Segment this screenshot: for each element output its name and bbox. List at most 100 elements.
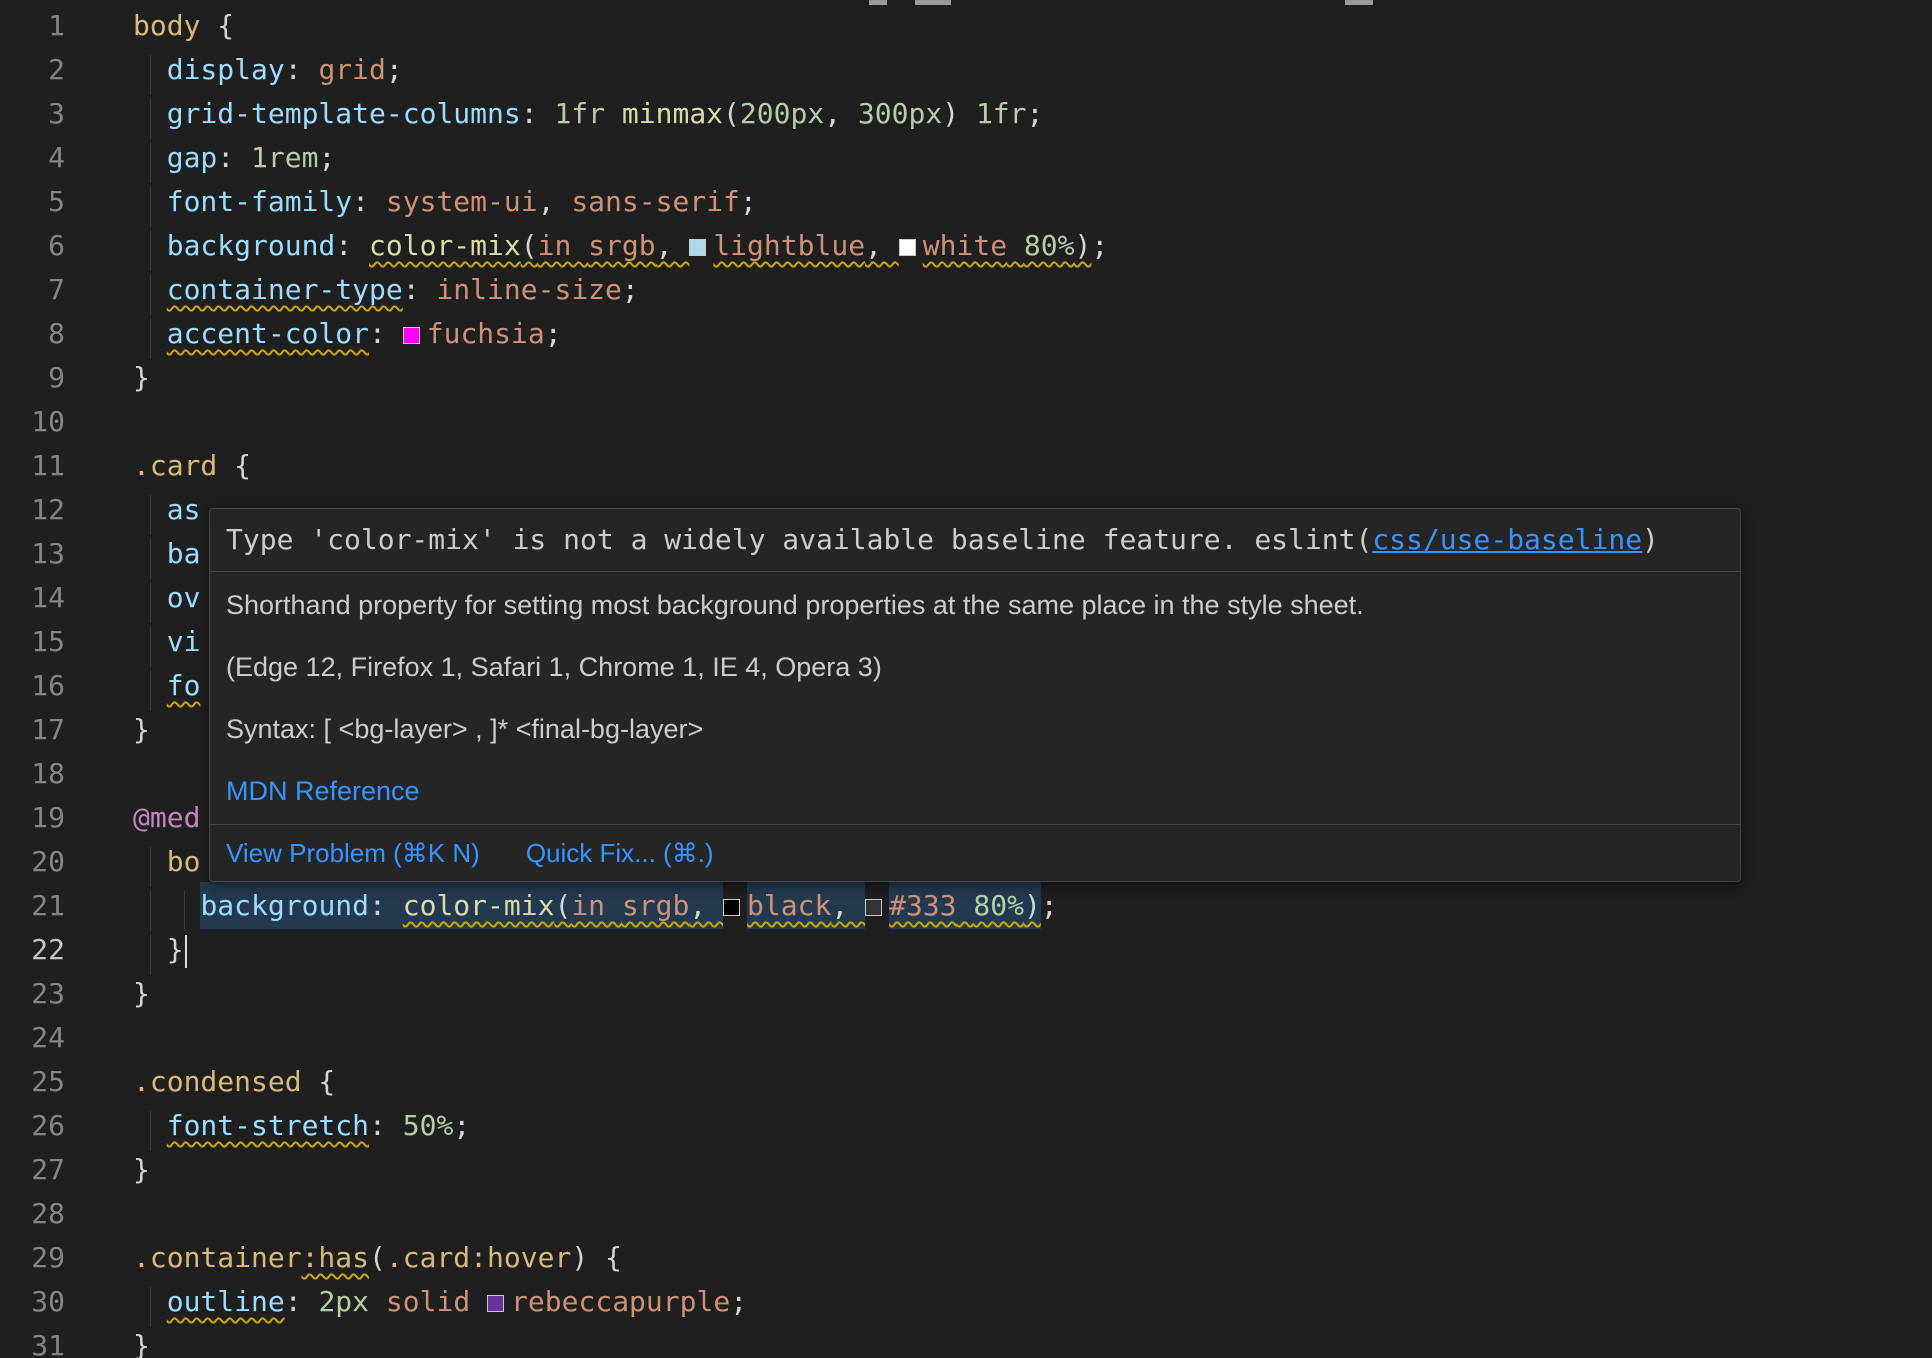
line-number[interactable]: 7 [0, 273, 133, 317]
line-number[interactable]: 16 [0, 669, 133, 713]
line-number[interactable]: 18 [0, 757, 133, 801]
line-number[interactable]: 17 [0, 713, 133, 757]
line-number[interactable]: 1 [0, 9, 133, 53]
code-token [959, 97, 976, 130]
code-line[interactable]: 3 grid-template-columns: 1fr minmax(200p… [0, 97, 1932, 141]
code-line-text[interactable]: } [133, 361, 1932, 405]
code-token: :hover [470, 1241, 571, 1274]
code-line-text[interactable]: } [133, 933, 1932, 977]
code-line[interactable]: 1body { [0, 9, 1932, 53]
code-line-text[interactable]: } [133, 977, 1932, 1021]
line-number[interactable]: 5 [0, 185, 133, 229]
line-number[interactable]: 12 [0, 493, 133, 537]
line-number[interactable]: 21 [0, 889, 133, 933]
code-token: srgb [622, 882, 689, 929]
line-number[interactable]: 14 [0, 581, 133, 625]
code-line[interactable]: 5 font-family: system-ui, sans-serif; [0, 185, 1932, 229]
line-number[interactable]: 22 [0, 933, 133, 977]
line-number[interactable]: 24 [0, 1021, 133, 1065]
code-token: ) [942, 97, 959, 130]
code-line[interactable]: 25.condensed { [0, 1065, 1932, 1109]
code-line[interactable]: 21 background: color-mix(in srgb, black,… [0, 889, 1932, 933]
code-line[interactable]: 22 } [0, 933, 1932, 977]
view-problem-link[interactable]: View Problem (⌘K N) [226, 838, 480, 868]
line-number[interactable]: 28 [0, 1197, 133, 1241]
code-line-text[interactable]: gap: 1rem; [133, 141, 1932, 185]
indent-guide [150, 495, 151, 535]
code-line[interactable]: 26 font-stretch: 50%; [0, 1109, 1932, 1153]
code-line-text[interactable]: .condensed { [133, 1065, 1932, 1109]
code-line[interactable]: 4 gap: 1rem; [0, 141, 1932, 185]
line-number[interactable]: 27 [0, 1153, 133, 1197]
line-number[interactable]: 25 [0, 1065, 133, 1109]
code-line-text[interactable]: grid-template-columns: 1fr minmax(200px,… [133, 97, 1932, 141]
code-line-text[interactable]: .card { [133, 449, 1932, 493]
code-line-text[interactable] [133, 1021, 1932, 1065]
code-line[interactable]: 31} [0, 1329, 1932, 1358]
code-line-text[interactable]: font-family: system-ui, sans-serif; [133, 185, 1932, 229]
baseline-rule-link[interactable]: css/use-baseline [1372, 523, 1642, 556]
code-line-text[interactable]: background: color-mix(in srgb, lightblue… [133, 229, 1932, 273]
line-number[interactable]: 23 [0, 977, 133, 1021]
line-number[interactable]: 9 [0, 361, 133, 405]
code-line-text[interactable]: background: color-mix(in srgb, black, #3… [133, 889, 1932, 933]
code-token: container-type [167, 273, 403, 306]
code-line-text[interactable] [133, 405, 1932, 449]
code-token [133, 889, 200, 922]
code-line[interactable]: 27} [0, 1153, 1932, 1197]
code-line-text[interactable]: accent-color: fuchsia; [133, 317, 1932, 361]
code-token: color-mix [403, 882, 555, 929]
line-number[interactable]: 8 [0, 317, 133, 361]
code-line-text[interactable]: .container:has(.card:hover) { [133, 1241, 1932, 1285]
color-swatch[interactable] [865, 899, 882, 916]
code-token: bo [167, 845, 201, 878]
code-line-text[interactable]: display: grid; [133, 53, 1932, 97]
line-number[interactable]: 3 [0, 97, 133, 141]
line-number[interactable]: 13 [0, 537, 133, 581]
line-number[interactable]: 4 [0, 141, 133, 185]
line-number[interactable]: 15 [0, 625, 133, 669]
quick-fix-link[interactable]: Quick Fix... (⌘.) [526, 838, 714, 868]
color-swatch[interactable] [487, 1295, 504, 1312]
code-line[interactable]: 2 display: grid; [0, 53, 1932, 97]
line-number[interactable]: 2 [0, 53, 133, 97]
line-number[interactable]: 26 [0, 1109, 133, 1153]
code-token: minmax [622, 97, 723, 130]
code-line-text[interactable]: font-stretch: 50%; [133, 1109, 1932, 1153]
code-line-text[interactable]: outline: 2px solid rebeccapurple; [133, 1285, 1932, 1329]
code-line-text[interactable]: } [133, 1329, 1932, 1358]
line-number[interactable]: 6 [0, 229, 133, 273]
color-swatch[interactable] [403, 327, 420, 344]
code-line-text[interactable] [133, 1197, 1932, 1241]
color-swatch[interactable] [899, 239, 916, 256]
color-swatch[interactable] [723, 899, 740, 916]
code-line[interactable]: 10 [0, 405, 1932, 449]
code-line[interactable]: 7 container-type: inline-size; [0, 273, 1932, 317]
line-number[interactable]: 19 [0, 801, 133, 845]
code-token: } [133, 1329, 150, 1358]
indent-guide [184, 891, 185, 931]
browser-support: (Edge 12, Firefox 1, Safari 1, Chrome 1,… [226, 650, 1724, 684]
code-line-text[interactable]: body { [133, 9, 1932, 53]
code-line[interactable]: 9} [0, 361, 1932, 405]
code-line-text[interactable]: container-type: inline-size; [133, 273, 1932, 317]
code-line[interactable]: 11.card { [0, 449, 1932, 493]
code-token: grid-template-columns [167, 97, 521, 130]
line-number[interactable]: 31 [0, 1329, 133, 1358]
code-line[interactable]: 29.container:has(.card:hover) { [0, 1241, 1932, 1285]
code-line[interactable]: 24 [0, 1021, 1932, 1065]
color-swatch[interactable] [689, 239, 706, 256]
code-line[interactable]: 6 background: color-mix(in srgb, lightbl… [0, 229, 1932, 273]
line-number[interactable]: 29 [0, 1241, 133, 1285]
line-number[interactable]: 30 [0, 1285, 133, 1329]
code-line[interactable]: 8 accent-color: fuchsia; [0, 317, 1932, 361]
code-line-text[interactable]: } [133, 1153, 1932, 1197]
code-line[interactable]: 23} [0, 977, 1932, 1021]
code-line[interactable]: 28 [0, 1197, 1932, 1241]
code-line[interactable]: 30 outline: 2px solid rebeccapurple; [0, 1285, 1932, 1329]
line-number[interactable]: 10 [0, 405, 133, 449]
code-token: , [689, 882, 723, 929]
mdn-reference-link[interactable]: MDN Reference [226, 776, 420, 806]
line-number[interactable]: 20 [0, 845, 133, 889]
line-number[interactable]: 11 [0, 449, 133, 493]
